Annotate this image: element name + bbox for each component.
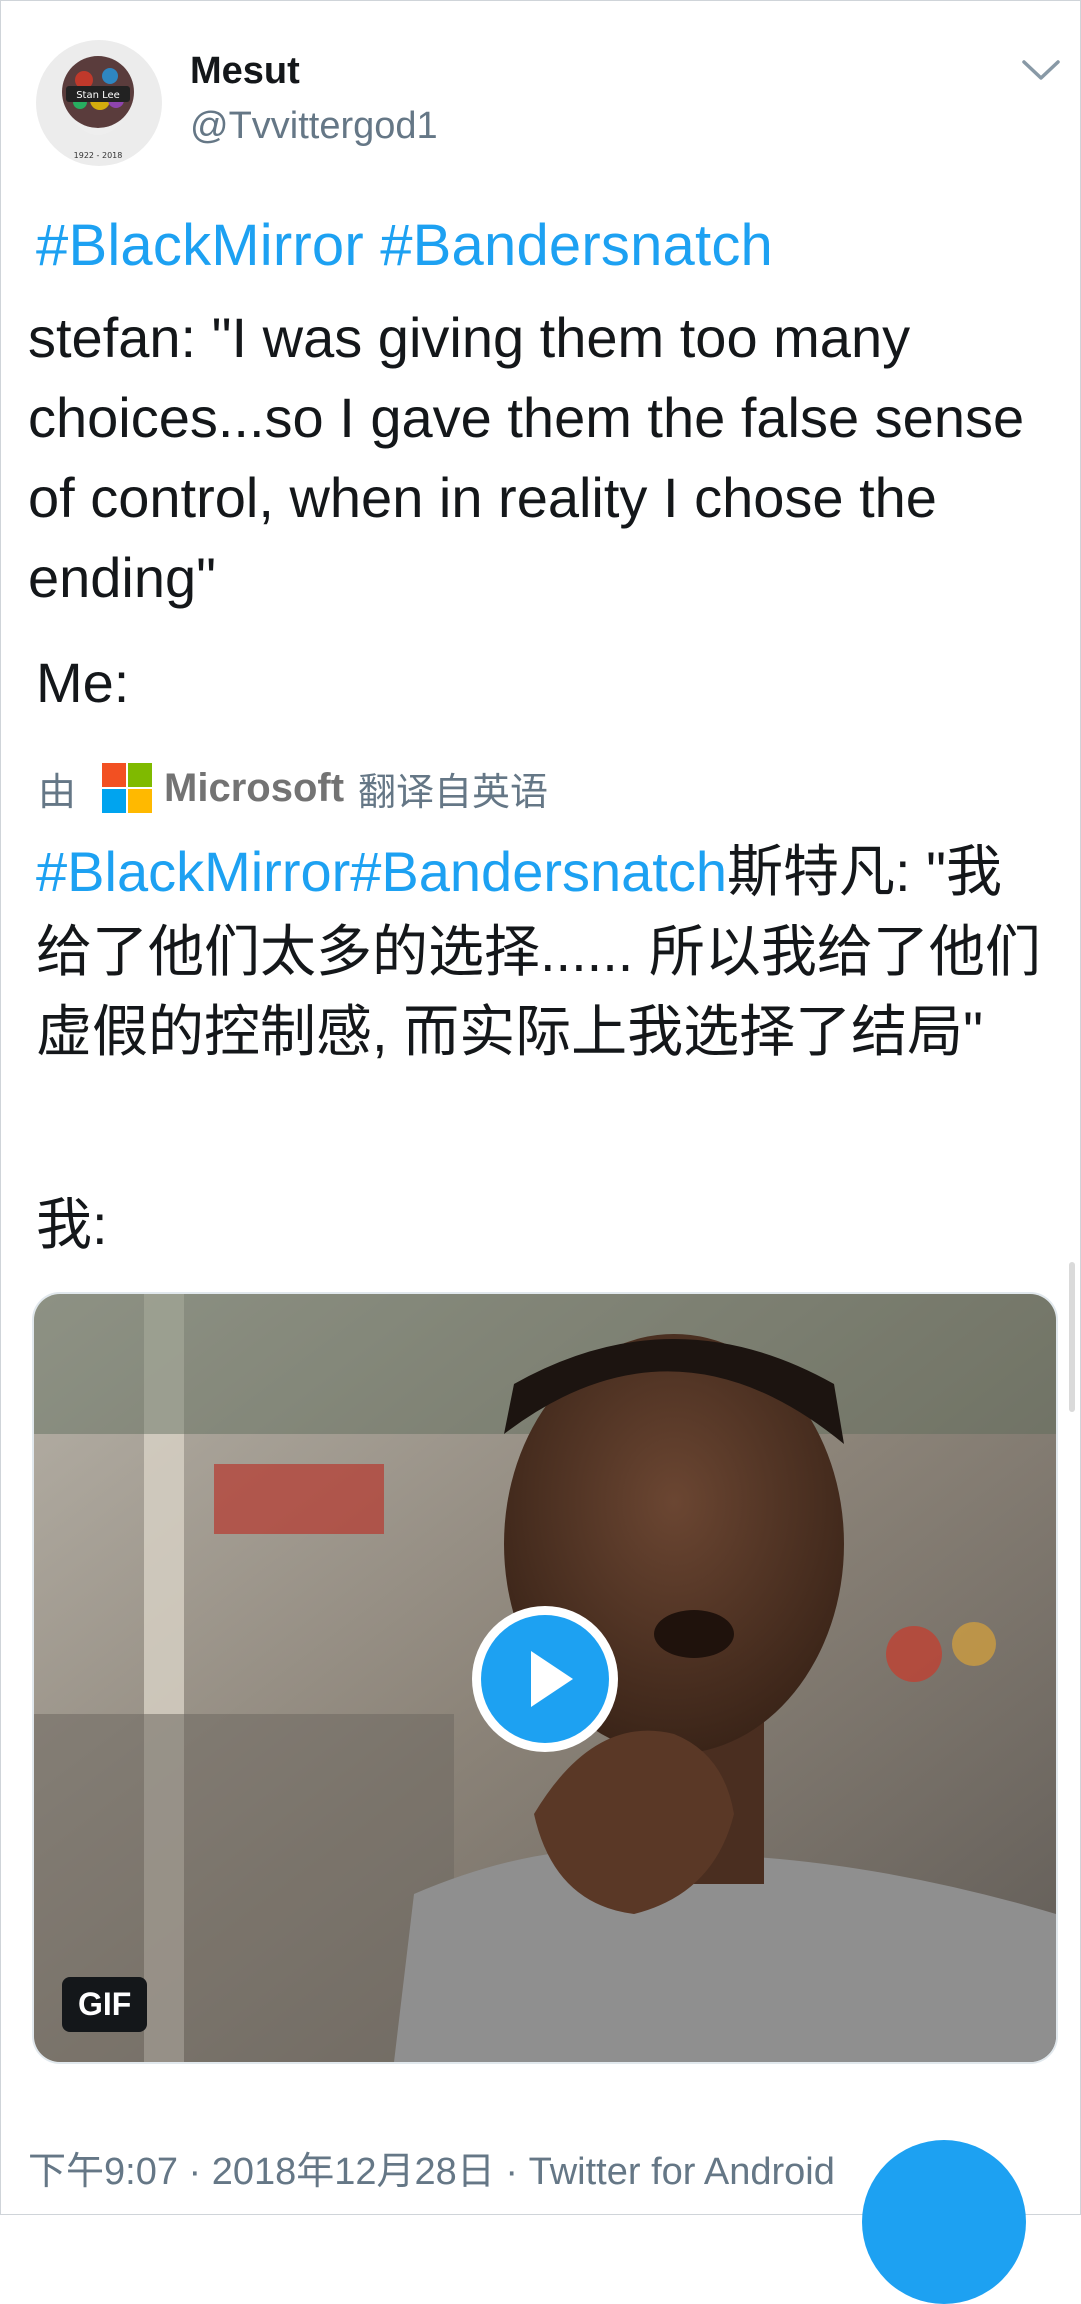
microsoft-logo-icon <box>102 763 153 813</box>
tweet-date: 2018年12月28日 <box>211 2151 495 2193</box>
tweet-time: 下午9:07 <box>28 2151 178 2193</box>
display-name[interactable]: Mesut <box>190 50 300 93</box>
play-icon <box>531 1651 573 1707</box>
translation-provider: Microsoft <box>164 765 345 810</box>
compose-tweet-button[interactable] <box>862 2140 1026 2304</box>
chevron-down-icon[interactable] <box>1020 56 1062 86</box>
tweet-text-me: Me: <box>36 651 130 714</box>
avatar-years-text: 1922 - 2018 <box>74 151 123 160</box>
avatar[interactable]: Stan Lee 1922 - 2018 <box>36 40 162 166</box>
tweet-hashtags: #BlackMirror #Bandersnatch <box>36 212 773 279</box>
tweet-metadata: 下午9:07 · 2018年12月28日 · Twitter for Andro… <box>28 2140 835 2195</box>
tweet-source[interactable]: Twitter for Android <box>529 2151 835 2193</box>
avatar-name-text: Stan Lee <box>76 90 120 101</box>
play-button[interactable] <box>472 1606 618 1752</box>
translated-hashtags[interactable]: #BlackMirror#Bandersnatch <box>36 840 727 903</box>
translation-attribution: 由 Microsoft 翻译自英语 <box>38 758 548 818</box>
user-handle[interactable]: @Tvvittergod1 <box>190 105 438 148</box>
translated-text: #BlackMirror#Bandersnatch斯特凡: "我给了他们太多的选… <box>36 832 1056 1072</box>
translated-from-label: 翻译自英语 <box>358 771 549 814</box>
gif-media[interactable]: GIF <box>32 1292 1058 2064</box>
translated-by-label: 由 <box>38 771 77 814</box>
hashtag-link[interactable]: #BlackMirror <box>36 213 364 278</box>
meta-separator: · <box>505 2151 529 2193</box>
translated-me: 我: <box>36 1193 108 1256</box>
meta-separator: · <box>188 2151 212 2193</box>
hashtag-link[interactable]: #Bandersnatch <box>380 213 773 278</box>
scrollbar[interactable] <box>1069 1262 1075 1412</box>
tweet-text: stefan: "I was giving them too many choi… <box>28 306 1025 609</box>
gif-badge: GIF <box>62 1977 148 2032</box>
